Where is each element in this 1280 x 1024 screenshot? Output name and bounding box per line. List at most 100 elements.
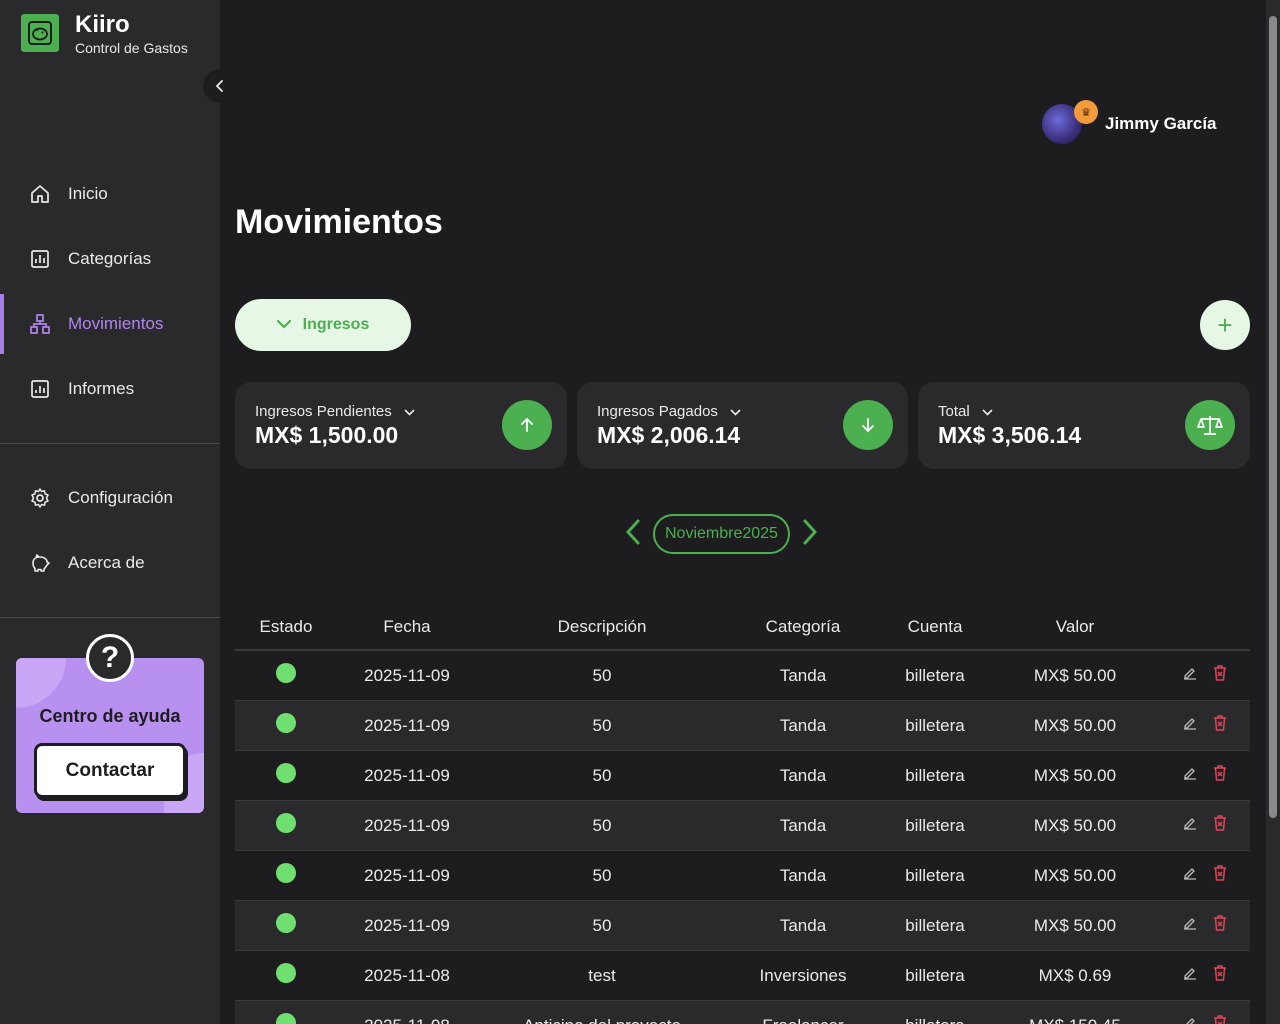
edit-icon[interactable] — [1182, 1015, 1198, 1024]
column-header: Categoría — [765, 617, 841, 636]
sidebar-item-informes[interactable]: Informes — [0, 359, 220, 419]
category-cell: Tanda — [779, 765, 827, 785]
brand[interactable]: Kiiro Control de Gastos — [21, 11, 188, 56]
chart-icon — [28, 247, 52, 271]
category-cell: Tanda — [779, 815, 827, 835]
sidebar-item-inicio[interactable]: Inicio — [0, 164, 220, 224]
delete-icon[interactable] — [1212, 864, 1228, 887]
edit-icon[interactable] — [1182, 715, 1198, 736]
decorative-blob — [16, 658, 66, 708]
value-cell: MX$ 0.69 — [1038, 965, 1112, 985]
sidebar-item-label: Categorías — [68, 249, 152, 268]
sidebar-divider — [0, 617, 220, 618]
table-row[interactable]: 2025-11-09 50 Tanda billetera MX$ 50.00 — [235, 851, 1250, 901]
table-row[interactable]: 2025-11-08 test Inversiones billetera MX$ 0.… — [235, 951, 1250, 1001]
sidebar-item-label: Movimientos — [68, 314, 164, 333]
status-cell — [235, 813, 337, 838]
column-header: Cuenta — [907, 617, 963, 636]
actions-cell — [1159, 764, 1250, 787]
column-header: Fecha — [383, 617, 431, 636]
description-cell: 50 — [592, 915, 612, 935]
description-cell: test — [588, 965, 616, 985]
date-cell: 2025-11-09 — [364, 865, 450, 885]
edit-icon[interactable] — [1182, 915, 1198, 936]
add-movement-button[interactable]: + — [1200, 300, 1250, 350]
status-cell — [235, 713, 337, 738]
category-cell: Inversiones — [759, 965, 847, 985]
edit-icon[interactable] — [1182, 765, 1198, 786]
status-dot — [276, 863, 296, 883]
actions-cell — [1159, 914, 1250, 937]
table-row[interactable]: 2025-11-09 50 Tanda billetera MX$ 50.00 — [235, 701, 1250, 751]
summary-card-pendientes: Ingresos Pendientes MX$ 1,500.00 — [235, 382, 567, 469]
scrollbar[interactable] — [1266, 0, 1280, 1024]
sidebar-item-label: Inicio — [68, 184, 108, 203]
description-cell: 50 — [592, 715, 612, 735]
status-dot — [276, 663, 296, 683]
table-row[interactable]: 2025-11-09 50 Tanda billetera MX$ 50.00 — [235, 801, 1250, 851]
app-name: Kiiro — [75, 11, 130, 38]
account-cell: billetera — [905, 815, 965, 835]
summary-amount: MX$ 1,500.00 — [255, 422, 399, 448]
type-filter-dropdown[interactable]: Ingresos — [235, 299, 411, 351]
summary-label-dropdown[interactable]: Ingresos Pendientes — [255, 403, 415, 420]
sidebar-item-categorias[interactable]: Categorías — [0, 229, 220, 289]
delete-icon[interactable] — [1212, 764, 1228, 787]
category-cell: Tanda — [779, 915, 827, 935]
status-dot — [276, 1013, 296, 1024]
summary-label: Ingresos Pagados — [597, 403, 718, 420]
sidebar-item-movimientos[interactable]: Movimientos — [0, 294, 220, 354]
arrow-down-icon — [843, 400, 893, 450]
account-cell: billetera — [905, 765, 965, 785]
description-cell: 50 — [592, 765, 612, 785]
date-cell: 2025-11-08 — [364, 965, 450, 985]
date-cell: 2025-11-09 — [364, 815, 450, 835]
actions-cell — [1159, 814, 1250, 837]
question-icon: ? — [86, 634, 134, 682]
table-row[interactable]: 2025-11-09 50 Tanda billetera MX$ 50.00 — [235, 651, 1250, 701]
table-row[interactable]: 2025-11-09 50 Tanda billetera MX$ 50.00 — [235, 901, 1250, 951]
table-row[interactable]: 2025-11-08Anticipo del proyectoFreelance… — [235, 1001, 1250, 1024]
status-dot — [276, 813, 296, 833]
status-cell — [235, 913, 337, 938]
delete-icon[interactable] — [1212, 714, 1228, 737]
table-row[interactable]: 2025-11-09 50 Tanda billetera MX$ 50.00 — [235, 751, 1250, 801]
collapse-sidebar-button[interactable] — [203, 69, 237, 103]
piggy-icon — [28, 551, 52, 575]
scrollbar-thumb[interactable] — [1269, 16, 1277, 818]
chevron-right-icon[interactable] — [802, 519, 818, 550]
value-cell: MX$ 50.00 — [1033, 765, 1117, 785]
contact-button[interactable]: Contactar — [34, 743, 186, 798]
summary-amount: MX$ 2,006.14 — [597, 422, 741, 448]
month-selector[interactable]: Noviembre2025 — [653, 514, 790, 554]
summary-label-dropdown[interactable]: Ingresos Pagados — [597, 403, 741, 420]
description-cell: 50 — [592, 665, 612, 685]
category-cell: Tanda — [779, 665, 827, 685]
movements-table: Estado Fecha Descripción Categoría Cuent… — [235, 605, 1250, 1024]
sidebar-divider — [0, 443, 220, 444]
delete-icon[interactable] — [1212, 964, 1228, 987]
sidebar-item-label: Informes — [68, 379, 135, 398]
plus-icon: + — [1217, 309, 1233, 340]
summary-label: Ingresos Pendientes — [255, 403, 392, 420]
delete-icon[interactable] — [1212, 914, 1228, 937]
sidebar-item-acerca-de[interactable]: Acerca de — [0, 533, 220, 593]
sidebar-item-label: Configuración — [68, 488, 173, 507]
account-cell: billetera — [879, 1016, 991, 1024]
chevron-left-icon[interactable] — [625, 519, 641, 550]
edit-icon[interactable] — [1182, 865, 1198, 886]
summary-amount: MX$ 3,506.14 — [938, 422, 1082, 448]
edit-icon[interactable] — [1182, 665, 1198, 686]
edit-icon[interactable] — [1182, 815, 1198, 836]
status-dot — [276, 713, 296, 733]
date-cell: 2025-11-08 — [337, 1016, 477, 1024]
edit-icon[interactable] — [1182, 965, 1198, 986]
sidebar-item-configuracion[interactable]: Configuración — [0, 468, 220, 528]
table-body: 2025-11-09 50 Tanda billetera MX$ 50.00 2025-… — [235, 651, 1250, 1024]
column-header: Descripción — [557, 617, 647, 636]
delete-icon[interactable] — [1212, 814, 1228, 837]
delete-icon[interactable] — [1212, 1014, 1228, 1024]
summary-label-dropdown[interactable]: Total — [938, 403, 993, 420]
user-menu[interactable]: ♛ Jimmy García — [1042, 100, 1217, 144]
delete-icon[interactable] — [1212, 664, 1228, 687]
